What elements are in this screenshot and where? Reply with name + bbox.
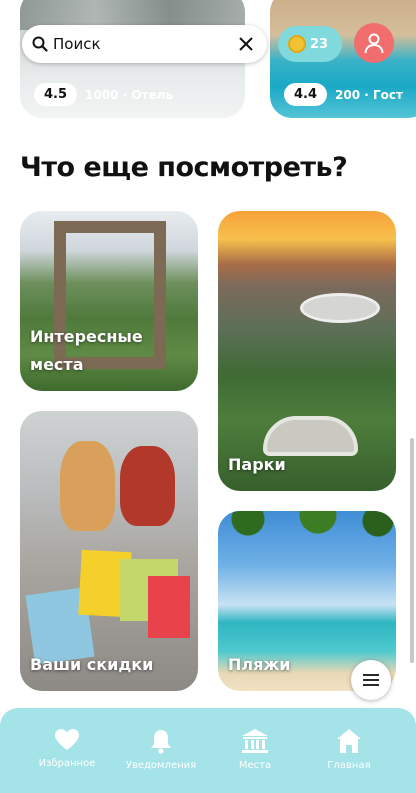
user-icon — [364, 33, 384, 54]
hotel-meta: 4.4 200 · Гост — [284, 83, 403, 106]
scrollbar[interactable] — [410, 438, 414, 663]
hotel-info: 1000 · Отель — [85, 87, 174, 102]
nav-label: Главная — [327, 760, 371, 771]
amphitheater-shape — [263, 416, 358, 456]
person-shape — [60, 441, 115, 531]
tile-interesting-places[interactable]: Интересные места — [20, 211, 198, 391]
profile-button[interactable] — [354, 23, 394, 63]
nav-notifications[interactable]: Уведомления — [116, 728, 206, 771]
heart-icon — [55, 729, 79, 750]
person-shape — [120, 446, 175, 526]
search-icon — [32, 36, 48, 52]
clear-search-button[interactable] — [235, 33, 257, 55]
hotel-info: 200 · Гост — [335, 87, 403, 102]
palm-leaves-shape — [218, 511, 396, 543]
tile-label: Парки — [228, 455, 286, 474]
tile-label: Пляжи — [228, 655, 291, 674]
stadium-shape — [300, 293, 380, 323]
landmark-icon — [242, 729, 268, 753]
search-input[interactable] — [53, 35, 235, 53]
hotel-meta: 4.5 1000 · Отель — [34, 83, 173, 106]
section-title: Что еще посмотреть? — [20, 152, 348, 183]
rating-badge: 4.5 — [34, 83, 78, 106]
bottom-nav: Избранное Уведомления Места Главная — [0, 708, 416, 793]
nav-places[interactable]: Места — [210, 728, 300, 771]
tile-label: Интересные места — [30, 327, 143, 374]
nav-label: Места — [238, 760, 272, 771]
search-bar[interactable] — [22, 25, 267, 63]
coins-badge[interactable]: 23 — [278, 26, 342, 62]
bell-icon — [151, 730, 171, 754]
coin-icon — [288, 35, 306, 53]
menu-button[interactable] — [351, 660, 391, 700]
nav-label: Уведомления — [125, 760, 197, 771]
rating-badge: 4.4 — [284, 83, 328, 106]
coins-count: 23 — [310, 36, 329, 52]
tile-discounts[interactable]: Ваши скидки — [20, 411, 198, 691]
home-icon — [337, 729, 361, 753]
menu-icon — [363, 674, 379, 686]
nav-label: Избранное — [38, 758, 96, 769]
tile-parks[interactable]: Парки — [218, 211, 396, 491]
nav-favorites[interactable]: Избранное — [22, 728, 112, 769]
shopping-bag-shape — [148, 576, 190, 638]
nav-home[interactable]: Главная — [304, 728, 394, 771]
close-icon — [239, 37, 253, 51]
tile-label: Ваши скидки — [30, 655, 154, 674]
